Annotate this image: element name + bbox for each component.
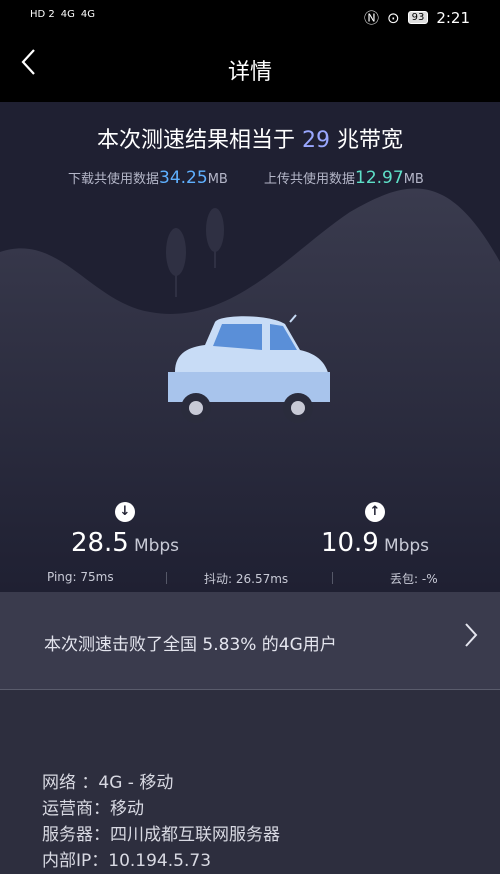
headline-suffix: 兆带宽 bbox=[330, 128, 403, 153]
status-left: HD 2 4G 4G bbox=[30, 9, 95, 20]
network-type: 网络 ：4G - 移动 bbox=[42, 773, 174, 793]
upload-speed-value: 10.9 bbox=[320, 528, 379, 558]
jitter-stat: 抖动: 26.57ms bbox=[204, 572, 289, 586]
upload-usage-label: 上传共使用数据 bbox=[264, 172, 356, 187]
stats-divider bbox=[332, 572, 333, 584]
hd-icon: HD 2 bbox=[30, 9, 55, 20]
internal-ip: 内部IP：10.194.5.73 bbox=[42, 851, 212, 871]
result-hero: 本次测速结果相当于 29 兆带宽 下载共使用数据34.25MB 上传共使用数据1… bbox=[0, 102, 500, 592]
signal-4g-icon: 4G bbox=[80, 9, 96, 20]
download-usage: 下载共使用数据34.25MB bbox=[68, 168, 228, 188]
headline-prefix: 本次测速结果相当于 bbox=[97, 128, 302, 153]
status-right: Ⓝ ⊙ 93 2:21 bbox=[364, 7, 470, 28]
battery-icon: 93 bbox=[407, 11, 429, 24]
bandwidth-value: 29 bbox=[302, 128, 330, 153]
upload-arrow-icon: ↑ bbox=[365, 502, 385, 522]
upload-speed: ↑ 10.9 Mbps bbox=[275, 502, 475, 558]
loss-stat: 丢包: -% bbox=[390, 572, 438, 586]
download-speed-unit: Mbps bbox=[133, 536, 180, 556]
download-arrow-icon: ↓ bbox=[115, 502, 135, 522]
clock: 2:21 bbox=[436, 8, 470, 27]
chevron-right-icon bbox=[464, 622, 478, 655]
ranking-row[interactable]: 本次测速击败了全国 5.83% 的4G用户 bbox=[0, 592, 500, 690]
upload-usage-value: 12.97 bbox=[355, 168, 404, 188]
download-speed: ↓ 28.5 Mbps bbox=[25, 502, 225, 558]
server: 服务器：四川成都互联网服务器 bbox=[42, 825, 280, 845]
download-usage-unit: MB bbox=[207, 172, 228, 187]
upload-usage-unit: MB bbox=[403, 172, 424, 187]
stats-divider bbox=[166, 572, 167, 584]
signal-4g-icon: 4G bbox=[60, 9, 75, 20]
app-bar: 详情 bbox=[0, 34, 500, 102]
result-headline: 本次测速结果相当于 29 兆带宽 bbox=[0, 122, 500, 154]
location-icon: ⊙ bbox=[387, 8, 400, 27]
ranking-text: 本次测速击败了全国 5.83% 的4G用户 bbox=[44, 635, 337, 655]
download-usage-value: 34.25 bbox=[159, 168, 208, 188]
network-info: 网络 ：4G - 移动 运营商：移动 服务器：四川成都互联网服务器 内部IP：1… bbox=[42, 770, 280, 874]
download-usage-label: 下载共使用数据 bbox=[68, 172, 160, 187]
upload-speed-unit: Mbps bbox=[383, 536, 430, 556]
status-bar: HD 2 4G 4G Ⓝ ⊙ 93 2:21 bbox=[0, 0, 500, 34]
page-title: 详情 bbox=[227, 60, 272, 85]
carrier: 运营商：移动 bbox=[42, 799, 144, 819]
nfc-icon: Ⓝ bbox=[363, 9, 379, 27]
ping-stat: Ping: 75ms bbox=[47, 570, 114, 584]
upload-usage: 上传共使用数据12.97MB bbox=[264, 168, 424, 188]
download-speed-value: 28.5 bbox=[70, 528, 129, 558]
